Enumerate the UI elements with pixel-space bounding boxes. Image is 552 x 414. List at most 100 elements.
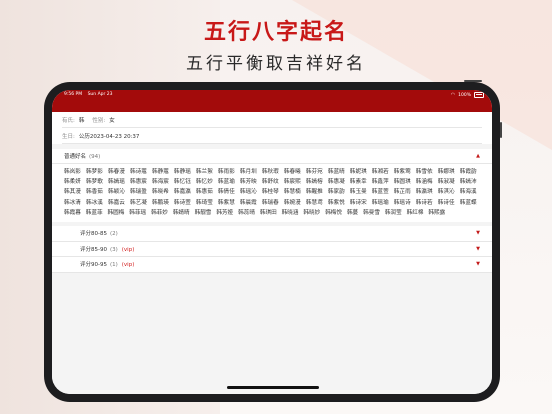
score-group-row[interactable]: 评分85-90 (3) (vip) ▼ [52,242,492,258]
name-item[interactable]: 韩惠凝 [328,179,345,185]
name-item[interactable]: 韩诗蔻 [130,169,147,175]
name-item[interactable]: 韩紫悦 [328,200,345,206]
name-item[interactable]: 韩润莹 [385,210,402,216]
name-item[interactable]: 韩嫣榕 [306,179,323,185]
name-item[interactable]: 韩香茹 [86,189,103,195]
name-item[interactable]: 韩菲妙 [151,210,168,216]
name-item[interactable]: 韩嘉云 [108,200,125,206]
name-item[interactable]: 韩蓝瑜 [218,179,235,185]
name-item[interactable]: 韩诗若 [416,200,433,206]
score-group-row[interactable]: 评分80-85 (2) ▼ [52,226,492,242]
name-item[interactable]: 韩诗萱 [174,200,191,206]
name-item[interactable]: 韩紫慧 [218,200,235,206]
name-item[interactable]: 韩霞暮 [64,210,81,216]
name-item[interactable]: 韩宸熙 [284,179,301,185]
name-item[interactable]: 韩晓希 [152,189,169,195]
name-item[interactable]: 韩惠茹 [196,189,213,195]
name-item[interactable]: 韩艺凝 [130,200,147,206]
chevron-up-icon[interactable]: ▲ [476,153,480,159]
name-item[interactable]: 韩琪田 [260,210,277,216]
name-item[interactable]: 韩淇沁 [438,189,455,195]
name-item[interactable]: 韩冰溪 [86,200,103,206]
name-item[interactable]: 韩婉漫 [284,200,301,206]
name-item[interactable]: 韩圆梅 [108,210,125,216]
name-item[interactable]: 韩蓝萱 [372,189,389,195]
name-item[interactable]: 韩鑫萍 [372,179,389,185]
name-item[interactable]: 韩芬宛 [306,169,323,175]
name-item[interactable]: 韩靓雪 [195,210,212,216]
name-item[interactable]: 韩妮琪 [350,169,367,175]
name-item[interactable]: 韩晓妙 [303,210,320,216]
name-item[interactable]: 韩蔓 [347,210,358,216]
name-item[interactable]: 韩蓝蝶 [460,200,477,206]
name-item[interactable]: 韩秋瑕 [262,169,279,175]
name-item[interactable]: 韩家韵 [328,189,345,195]
name-item[interactable]: 韩素幸 [350,179,367,185]
name-item[interactable]: 韩蓝晴 [328,169,345,175]
name-item[interactable]: 韩菲瑶 [129,210,146,216]
name-item[interactable]: 韩娜琪 [438,169,455,175]
name-item[interactable]: 韩红棉 [407,210,424,216]
name-item[interactable]: 韩琦莹 [196,200,213,206]
name-item[interactable]: 韩兰絮 [196,169,213,175]
name-item[interactable]: 韩蓝菲 [86,210,103,216]
name-item[interactable]: 韩春漫 [108,169,125,175]
name-item[interactable]: 韩瑞盈 [130,189,147,195]
name-item[interactable]: 韩晨霞 [240,200,257,206]
name-item[interactable]: 韩惠宸 [130,179,147,185]
name-item[interactable]: 韩瀛琪 [416,189,433,195]
name-item[interactable]: 韩静蔻 [152,169,169,175]
name-item[interactable]: 韩芳娅 [216,210,233,216]
name-item[interactable]: 韩慧鸢 [306,200,323,206]
name-item[interactable]: 韩舒纹 [262,179,279,185]
chevron-down-icon[interactable]: ▼ [476,261,480,267]
name-item[interactable]: 韩桂琴 [262,189,279,195]
home-indicator[interactable] [227,386,319,389]
name-item[interactable]: 韩晓涵 [282,210,299,216]
chevron-down-icon[interactable]: ▼ [476,246,480,252]
name-item[interactable]: 韩曼雪 [363,210,380,216]
section-header[interactable]: 普通好名 (94) ▲ [52,149,492,164]
name-item[interactable]: 韩静瑶 [174,169,191,175]
name-item[interactable]: 韩雪依 [416,169,433,175]
name-item[interactable]: 韩梦影 [86,169,103,175]
name-item[interactable]: 韩芳映 [240,179,257,185]
name-item[interactable]: 韩颖沁 [108,189,125,195]
name-item[interactable]: 韩海溪 [460,189,477,195]
name-item[interactable]: 韩倩佳 [218,189,235,195]
name-item[interactable]: 韩梅悦 [325,210,342,216]
name-item[interactable]: 韩瑶沁 [240,189,257,195]
name-item[interactable]: 韩涵梅 [416,179,433,185]
name-item[interactable]: 韩鹏瑛 [152,200,169,206]
name-item[interactable]: 韩玉曼 [350,189,367,195]
name-item[interactable]: 韩诗宋 [350,200,367,206]
name-item[interactable]: 韩嫣沛 [460,179,477,185]
name-item[interactable]: 韩霞韵 [460,169,477,175]
name-item[interactable]: 韩梦歌 [86,179,103,185]
name-item[interactable]: 韩月圳 [240,169,257,175]
name-item[interactable]: 韩淑凝 [438,179,455,185]
name-item[interactable]: 韩瑶诗 [394,200,411,206]
name-item[interactable]: 韩紫莺 [394,169,411,175]
name-item[interactable]: 韩雨影 [218,169,235,175]
name-item[interactable]: 韩岚影 [64,169,81,175]
name-item[interactable]: 韩蕊晴 [238,210,255,216]
name-item[interactable]: 韩忆妙 [196,179,213,185]
name-item[interactable]: 韩湘若 [372,169,389,175]
chevron-down-icon[interactable]: ▼ [476,230,480,236]
name-item[interactable]: 韩圆琪 [394,179,411,185]
name-item[interactable]: 韩嫣瑶 [108,179,125,185]
name-item[interactable]: 韩慧楠 [284,189,301,195]
name-item[interactable]: 韩熙露 [428,210,445,216]
name-item[interactable]: 韩婧晴 [173,210,190,216]
name-item[interactable]: 韩冰清 [64,200,81,206]
name-item[interactable]: 韩其漫 [64,189,81,195]
name-item[interactable]: 韩嘉瀛 [174,189,191,195]
score-group-row[interactable]: 评分90-95 (1) (vip) ▼ [52,257,492,273]
name-item[interactable]: 韩醒推 [306,189,323,195]
name-item[interactable]: 韩芷雨 [394,189,411,195]
name-item[interactable]: 韩柔妍 [64,179,81,185]
name-item[interactable]: 韩忆钰 [174,179,191,185]
name-item[interactable]: 韩海宸 [152,179,169,185]
name-item[interactable]: 韩瑞春 [262,200,279,206]
